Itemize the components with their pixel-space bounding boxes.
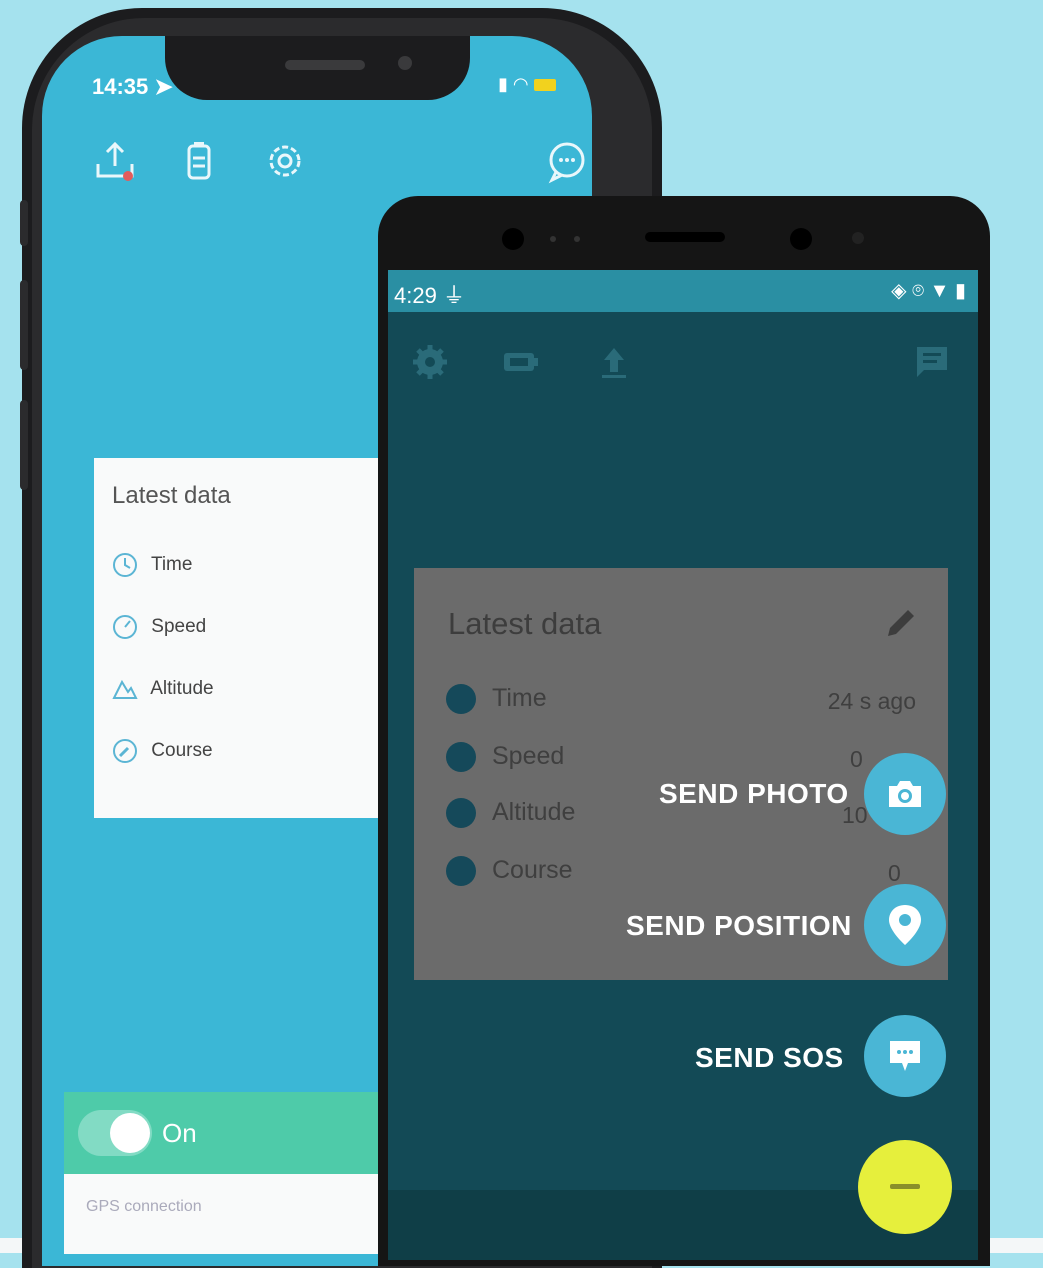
gps-section: GPS connection <box>64 1174 394 1254</box>
data-row-time: Time <box>446 684 547 715</box>
wifi-icon: ▼ <box>929 280 950 302</box>
iphone-volume-down <box>20 400 28 490</box>
data-row-altitude: Altitude <box>446 798 575 829</box>
compass-icon <box>446 856 476 887</box>
android-front-camera <box>502 228 524 250</box>
battery-horizontal-icon[interactable] <box>500 342 540 382</box>
clock-icon <box>446 684 476 715</box>
iphone-front-camera <box>398 56 412 70</box>
chat-icon[interactable] <box>912 342 952 382</box>
chat-icon[interactable] <box>544 138 590 184</box>
iphone-volume-up <box>20 280 28 370</box>
android-sensor-dot <box>574 236 580 242</box>
toggle-label: On <box>162 1118 197 1148</box>
wifi-icon: ◠ <box>512 74 529 94</box>
android-status-icons: ◈ ⌾ ▼ ▮ <box>891 278 966 303</box>
data-row-course: Course <box>112 738 213 764</box>
location-arrow-icon: ➤ <box>154 74 173 99</box>
upload-icon[interactable] <box>92 138 138 184</box>
battery-icon <box>533 79 556 92</box>
android-speaker <box>645 232 725 242</box>
send-sos-label[interactable]: SEND SOS <box>695 1042 844 1074</box>
course-value: 0 <box>888 860 901 886</box>
vibrate-icon: ◈ <box>891 280 907 302</box>
card-title: Latest data <box>112 482 231 509</box>
mountain-icon <box>446 798 476 829</box>
android-sensor <box>852 232 864 244</box>
compass-icon <box>113 739 137 763</box>
android-sensor-dot <box>550 236 556 242</box>
send-photo-button[interactable] <box>864 753 946 835</box>
settings-icon[interactable] <box>262 138 308 184</box>
iphone-mute-switch <box>20 200 28 246</box>
data-row-altitude: Altitude <box>112 676 214 702</box>
send-photo-label[interactable]: SEND PHOTO <box>659 778 849 810</box>
send-position-label[interactable]: SEND POSITION <box>626 910 852 942</box>
battery-icon: ▮ <box>954 280 966 302</box>
speedometer-icon <box>113 615 137 639</box>
android-status-time: 4:29 ⏚ <box>394 283 465 308</box>
clock-icon <box>113 553 137 577</box>
speedometer-icon <box>446 742 476 773</box>
send-sos-button[interactable] <box>864 1015 946 1097</box>
send-position-button[interactable] <box>864 884 946 966</box>
time-value: 24 s ago <box>827 688 916 714</box>
iphone-speaker <box>285 60 365 70</box>
mountain-icon <box>112 679 138 699</box>
close-fab-menu-button[interactable] <box>858 1140 952 1234</box>
latest-data-card: Latest data Time Speed Altitude Course <box>94 458 394 818</box>
android-second-camera <box>790 228 812 250</box>
data-row-speed: Speed <box>112 614 206 640</box>
android-toolbar <box>388 312 978 412</box>
card-title: Latest data <box>448 606 602 641</box>
toggle-knob <box>110 1113 150 1153</box>
minus-icon <box>890 1184 920 1189</box>
gps-connection-label: GPS connection <box>86 1198 202 1215</box>
plug-icon: ⏚ <box>442 283 465 308</box>
message-alert-icon <box>890 1041 920 1071</box>
ios-status-time: 14:35 ➤ <box>92 74 173 99</box>
speed-value: 0 <box>850 746 863 772</box>
map-pin-icon <box>889 905 921 945</box>
android-status-bar: 4:29 ⏚ ◈ ⌾ ▼ ▮ <box>388 270 978 312</box>
signal-icon: ▮ <box>498 74 508 94</box>
camera-icon <box>889 781 921 807</box>
upload-icon[interactable] <box>594 342 634 382</box>
data-row-course: Course <box>446 856 573 887</box>
tracking-toggle-bar: On <box>64 1092 394 1174</box>
ios-status-icons: ▮ ◠ <box>498 74 556 95</box>
battery-saver-icon[interactable] <box>176 138 222 184</box>
location-pin-icon: ⌾ <box>912 280 925 302</box>
data-row-time: Time <box>112 552 192 578</box>
data-row-speed: Speed <box>446 742 564 773</box>
settings-icon[interactable] <box>410 342 450 382</box>
tracking-toggle[interactable] <box>78 1110 152 1156</box>
edit-pencil-icon[interactable] <box>884 606 918 640</box>
